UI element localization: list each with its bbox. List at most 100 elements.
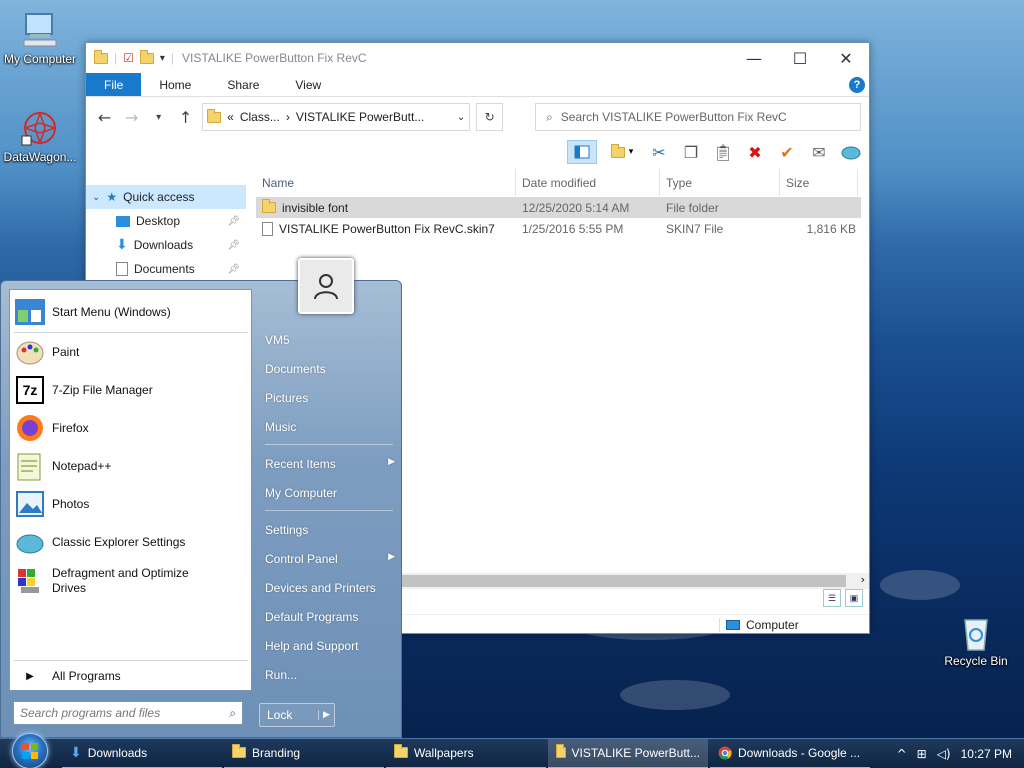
- column-header-size[interactable]: Size: [780, 169, 858, 196]
- photos-icon: [14, 488, 46, 520]
- notepad-plus-plus-icon: [14, 450, 46, 482]
- navigation-pane-icon[interactable]: [567, 140, 597, 164]
- program-photos[interactable]: Photos: [14, 488, 89, 520]
- wallpaper-wave: [880, 570, 960, 600]
- new-folder-icon[interactable]: [139, 49, 154, 64]
- start-orb[interactable]: [12, 732, 48, 768]
- back-button[interactable]: ←: [94, 108, 115, 127]
- clock[interactable]: 10:27 PM: [961, 747, 1012, 761]
- place-vm5[interactable]: VM5: [265, 333, 395, 347]
- chevron-down-icon[interactable]: ⌄: [92, 192, 100, 203]
- submenu-arrow-icon: ▶: [388, 552, 395, 562]
- scroll-right-icon[interactable]: ›: [861, 573, 865, 586]
- program-classic-explorer-settings[interactable]: Classic Explorer Settings: [14, 526, 185, 558]
- tab-share[interactable]: Share: [209, 73, 277, 96]
- column-header-date[interactable]: Date modified: [516, 169, 660, 196]
- table-row[interactable]: VISTALIKE PowerButton Fix RevC.skin7 1/2…: [256, 218, 861, 239]
- datawagon-icon: [20, 108, 60, 148]
- chrome-icon: [718, 746, 732, 759]
- taskbar-button-downloads[interactable]: ⬇ Downloads: [62, 739, 222, 768]
- delete-icon[interactable]: ✖: [743, 140, 767, 164]
- user-avatar[interactable]: [298, 258, 354, 314]
- minimize-button[interactable]: —: [731, 43, 777, 73]
- place-recent-items[interactable]: Recent Items ▶: [265, 457, 395, 471]
- details-view-icon[interactable]: ☰: [823, 589, 841, 607]
- place-control-panel[interactable]: Control Panel ▶: [265, 552, 395, 566]
- place-default-programs[interactable]: Default Programs: [265, 610, 395, 624]
- forward-button[interactable]: →: [121, 108, 142, 127]
- desktop-icon-label: DataWagon...: [3, 150, 77, 164]
- paint-icon: [14, 336, 46, 368]
- start-search-input[interactable]: Search programs and files ⌕: [13, 701, 243, 725]
- breadcrumb-item[interactable]: Class...: [240, 110, 280, 124]
- nav-item-downloads[interactable]: ⬇ Downloads 📌︎: [86, 233, 246, 257]
- horizontal-scrollbar[interactable]: ›: [386, 573, 869, 589]
- taskbar-button-vistalike[interactable]: VISTALIKE PowerButt...: [548, 738, 708, 768]
- nav-item-desktop[interactable]: Desktop 📌︎: [86, 209, 246, 233]
- breadcrumb-item[interactable]: VISTALIKE PowerButt...: [296, 110, 425, 124]
- program-paint[interactable]: Paint: [14, 336, 79, 368]
- scrollbar-thumb[interactable]: [386, 575, 846, 587]
- address-bar[interactable]: « Class... › VISTALIKE PowerButt... ⌄: [202, 103, 471, 131]
- status-location: Computer: [746, 617, 799, 632]
- email-icon[interactable]: ✉: [807, 140, 831, 164]
- maximize-button[interactable]: ☐: [777, 43, 823, 73]
- place-my-computer[interactable]: My Computer: [265, 486, 395, 500]
- title-bar[interactable]: | ☑ ▾ | VISTALIKE PowerButton Fix RevC —…: [86, 43, 869, 73]
- taskbar-button-branding[interactable]: Branding: [224, 739, 384, 768]
- program-firefox[interactable]: Firefox: [14, 412, 89, 444]
- firefox-icon: [14, 412, 46, 444]
- column-header-name[interactable]: Name: [256, 169, 516, 196]
- lock-options-arrow-icon[interactable]: ▶: [318, 710, 334, 720]
- search-placeholder: Search VISTALIKE PowerButton Fix RevC: [560, 110, 787, 124]
- folder-options-icon[interactable]: ▾: [605, 140, 639, 164]
- tab-home[interactable]: Home: [141, 73, 209, 96]
- table-row[interactable]: invisible font 12/25/2020 5:14 AM File f…: [256, 197, 861, 218]
- taskbar-button-chrome[interactable]: Downloads - Google ...: [710, 739, 870, 768]
- customize-dropdown-icon[interactable]: ▾: [160, 53, 165, 64]
- column-header-type[interactable]: Type: [660, 169, 780, 196]
- paste-icon[interactable]: 📋︎: [711, 140, 735, 164]
- program-start-menu-windows[interactable]: Start Menu (Windows): [14, 296, 171, 328]
- volume-icon[interactable]: ◁): [937, 747, 951, 761]
- nav-item-documents[interactable]: Documents 📌︎: [86, 257, 246, 281]
- pin-icon: 📌︎: [227, 215, 240, 227]
- program-notepad-plus-plus[interactable]: Notepad++: [14, 450, 111, 482]
- place-help-support[interactable]: Help and Support: [265, 639, 395, 653]
- desktop-icon-recycle-bin[interactable]: Recycle Bin: [936, 612, 1016, 668]
- chevron-down-icon[interactable]: ⌄: [457, 112, 465, 123]
- place-documents[interactable]: Documents: [265, 362, 395, 376]
- ribbon-tabs: File Home Share View ?: [86, 73, 869, 97]
- properties-check-icon[interactable]: ✔: [775, 140, 799, 164]
- search-input[interactable]: ⌕ Search VISTALIKE PowerButton Fix RevC: [535, 103, 862, 131]
- tab-file[interactable]: File: [86, 73, 142, 96]
- program-defragment[interactable]: Defragment and Optimize Drives: [14, 564, 202, 596]
- large-icons-view-icon[interactable]: ▣: [845, 589, 863, 607]
- close-button[interactable]: ✕: [823, 43, 869, 73]
- help-icon[interactable]: ?: [849, 77, 865, 93]
- place-pictures[interactable]: Pictures: [265, 391, 395, 405]
- place-settings[interactable]: Settings: [265, 523, 395, 537]
- program-7zip[interactable]: 7z 7-Zip File Manager: [14, 374, 153, 406]
- properties-icon[interactable]: ☑: [123, 51, 134, 65]
- copy-icon[interactable]: ❐: [679, 140, 703, 164]
- place-run[interactable]: Run...: [265, 668, 395, 682]
- place-music[interactable]: Music: [265, 420, 395, 434]
- nav-item-quick-access[interactable]: ⌄ ★ Quick access: [86, 185, 246, 209]
- taskbar-button-wallpapers[interactable]: Wallpapers: [386, 739, 546, 768]
- desktop-icon-datawagon[interactable]: DataWagon...: [0, 108, 80, 164]
- start-menu-icon: [14, 296, 46, 328]
- up-button[interactable]: ↑: [175, 108, 196, 127]
- desktop-icon-my-computer[interactable]: My Computer: [0, 10, 80, 66]
- network-icon[interactable]: ⊞: [917, 747, 927, 761]
- refresh-button[interactable]: ↻: [476, 103, 504, 131]
- classic-shell-icon[interactable]: [839, 140, 863, 164]
- all-programs-button[interactable]: ▶ All Programs: [14, 664, 121, 688]
- cut-icon[interactable]: ✂: [647, 140, 671, 164]
- place-devices-printers[interactable]: Devices and Printers: [265, 581, 395, 595]
- tab-view[interactable]: View: [277, 73, 339, 96]
- download-arrow-icon: ⬇: [70, 744, 82, 761]
- show-hidden-icons-icon[interactable]: ^: [897, 747, 907, 761]
- lock-button[interactable]: Lock ▶: [259, 703, 335, 727]
- recent-locations-icon[interactable]: ▾: [148, 112, 169, 123]
